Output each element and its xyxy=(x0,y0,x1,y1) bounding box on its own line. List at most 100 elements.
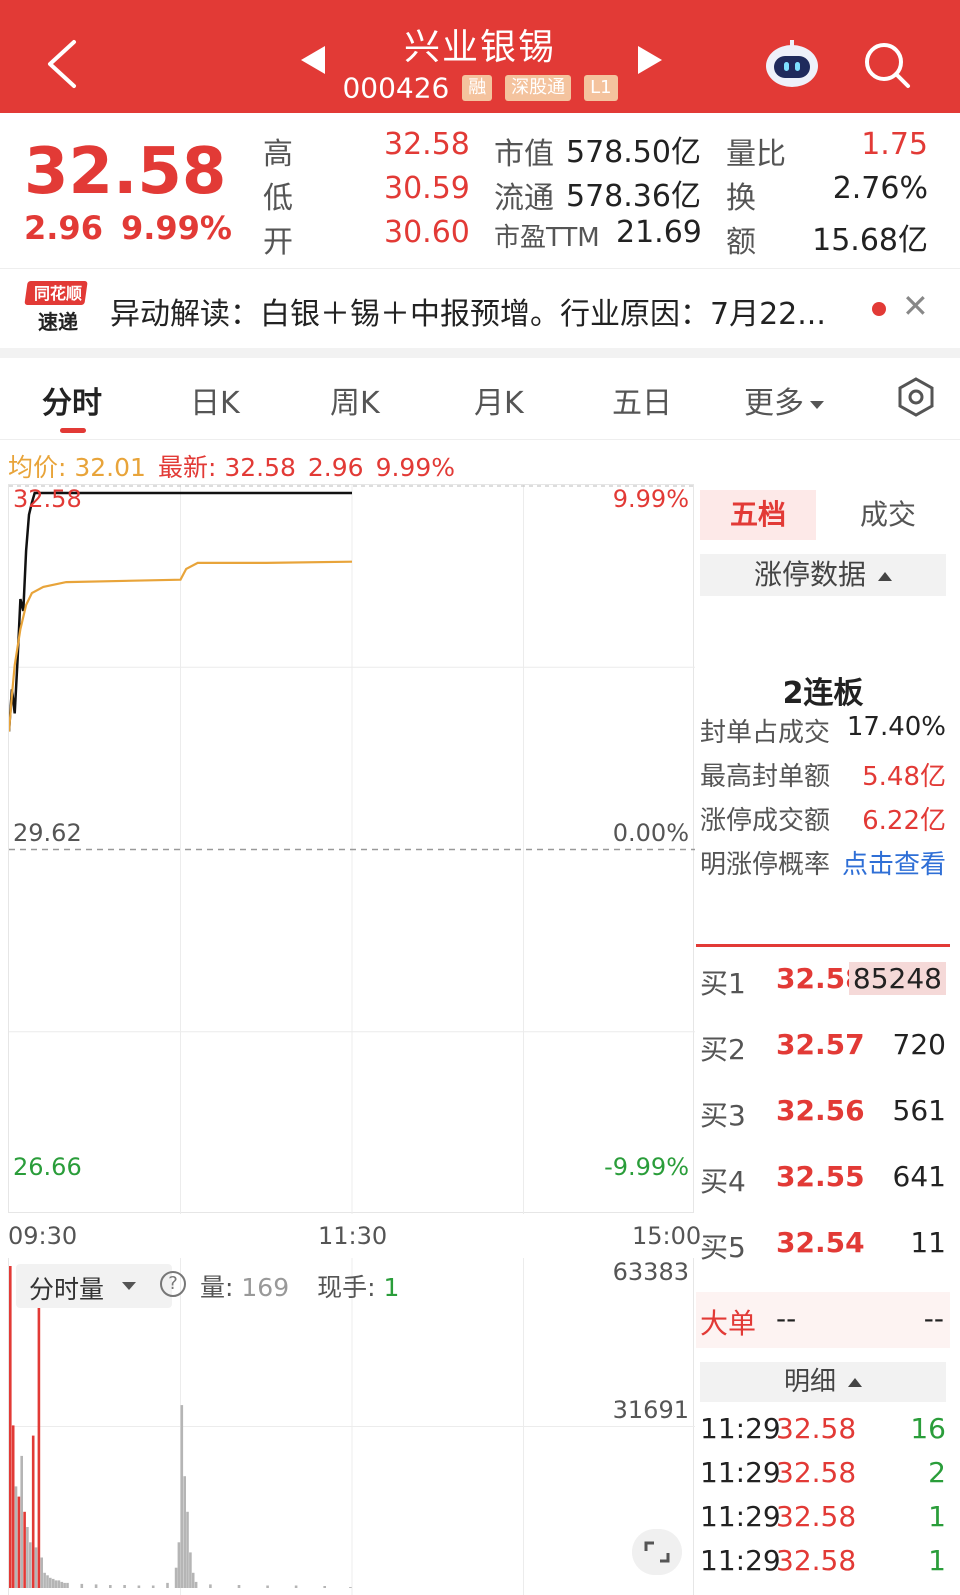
unread-dot-icon xyxy=(872,302,886,316)
tab-intraday[interactable]: 分时 xyxy=(42,378,102,422)
chevron-down-icon xyxy=(810,400,824,409)
tick-time: 11:29 xyxy=(700,1500,781,1533)
volume-bar xyxy=(9,1266,12,1588)
volume-bar xyxy=(266,1585,269,1588)
y-tick-high-pct: 9.99% xyxy=(612,485,689,513)
tick-time: 11:29 xyxy=(700,1456,781,1489)
limit-turnover-value: 6.22亿 xyxy=(862,806,946,836)
robot-assistant-icon[interactable] xyxy=(764,38,820,90)
volume-bar xyxy=(183,1476,186,1588)
volume-bar xyxy=(49,1577,52,1588)
tab-more-label: 更多 xyxy=(744,386,804,421)
limit-probability-label: 明涨停概率 xyxy=(700,850,831,880)
big-order-row[interactable]: 大单 -- -- xyxy=(696,1292,950,1348)
volume-bar xyxy=(191,1572,195,1588)
last-price: 32.58 xyxy=(24,135,227,209)
search-icon[interactable] xyxy=(862,40,912,90)
collapse-up-icon xyxy=(878,571,892,581)
y-tick-high: 32.58 xyxy=(13,485,82,513)
market-cap-value: 578.50亿 xyxy=(566,135,701,170)
low-value: 30.59 xyxy=(384,171,470,206)
limit-up-data-toggle[interactable]: 涨停数据 xyxy=(700,554,946,596)
volume-bar xyxy=(54,1580,58,1588)
bid-row-4[interactable]: 买4 32.55 641 xyxy=(700,1160,950,1200)
margin-tag: 融 xyxy=(462,75,493,101)
high-label: 高 xyxy=(263,137,293,172)
tab-trades[interactable]: 成交 xyxy=(830,490,946,540)
amount-value: 15.68亿 xyxy=(812,223,928,258)
tick-qty: 1 xyxy=(928,1500,946,1533)
next-stock-icon[interactable] xyxy=(638,46,662,74)
high-value: 32.58 xyxy=(384,127,470,162)
bid-price: 32.57 xyxy=(776,1028,865,1061)
volume-bar xyxy=(80,1583,84,1588)
price-change: 2.96 9.99% xyxy=(24,209,250,247)
volume-bar xyxy=(194,1581,198,1588)
legend-average: 均价: 32.01 xyxy=(8,453,146,482)
detail-toggle[interactable]: 明细 xyxy=(700,1362,946,1402)
volume-bar xyxy=(29,1542,32,1588)
level-tag: L1 xyxy=(584,75,618,101)
tick-price: 32.58 xyxy=(776,1500,857,1533)
volume-bar xyxy=(123,1585,126,1588)
tab-monthly-k[interactable]: 月K xyxy=(474,378,524,422)
volume-bar xyxy=(189,1552,192,1588)
seal-ratio-value: 17.40% xyxy=(846,712,946,742)
current-hand-label: 现手: xyxy=(317,1273,376,1302)
volume-bar xyxy=(23,1511,26,1588)
detail-header: 明细 xyxy=(783,1367,836,1397)
chart-legend: 均价: 32.01 最新: 32.58 2.96 9.99% xyxy=(8,448,467,484)
tick-price: 32.58 xyxy=(776,1456,857,1489)
trade-tick: 11:29 32.58 1 xyxy=(700,1544,950,1584)
open-label: 开 xyxy=(263,225,293,260)
tick-qty: 16 xyxy=(910,1412,946,1445)
view-probability-link[interactable]: 点击查看 xyxy=(842,844,946,881)
tab-daily-k[interactable]: 日K xyxy=(190,378,240,422)
bid-row-3[interactable]: 买3 32.56 561 xyxy=(700,1094,950,1134)
news-source-logo: 同花顺 速递 xyxy=(24,281,88,334)
tab-order-book[interactable]: 五档 xyxy=(700,490,816,540)
bid-qty: 561 xyxy=(892,1094,946,1127)
help-icon[interactable]: ? xyxy=(160,1271,186,1297)
bid-row-2[interactable]: 买2 32.57 720 xyxy=(700,1028,950,1068)
open-value: 30.60 xyxy=(384,215,470,250)
panel-divider xyxy=(696,944,950,947)
float-cap-value: 578.36亿 xyxy=(566,179,701,214)
bid-row-1[interactable]: 买1 32.58 85248 xyxy=(700,962,950,1002)
expand-icon[interactable] xyxy=(632,1529,682,1575)
tab-weekly-k[interactable]: 周K xyxy=(330,378,380,422)
intraday-price-chart[interactable]: 32.58 29.62 26.66 9.99% 0.00% -9.99% xyxy=(8,484,695,1214)
settings-hex-icon[interactable] xyxy=(896,376,936,418)
volume-bar xyxy=(43,1572,46,1588)
y-tick-low-pct: -9.99% xyxy=(604,1153,689,1181)
volume-bar xyxy=(177,1542,181,1588)
volume-bar xyxy=(37,1293,41,1588)
news-banner[interactable]: 同花顺 速递 异动解读：白银＋锡＋中报预增。行业原因：7月22... ✕ xyxy=(0,268,960,348)
close-icon[interactable]: ✕ xyxy=(902,287,929,325)
volume-bar xyxy=(186,1511,189,1588)
turnover-value: 2.76% xyxy=(832,171,928,206)
dropdown-arrow-icon xyxy=(122,1282,136,1290)
tab-more[interactable]: 更多 xyxy=(744,378,824,422)
tab-five-day[interactable]: 五日 xyxy=(612,378,672,422)
big-order-buy: -- xyxy=(776,1302,797,1335)
volume-bar xyxy=(14,1486,18,1588)
bid-row-5[interactable]: 买5 32.54 11 xyxy=(700,1226,950,1266)
volume-bar xyxy=(323,1586,326,1588)
bid-price: 32.55 xyxy=(776,1160,865,1193)
collapse-up-icon xyxy=(848,1378,862,1387)
volume-bar xyxy=(237,1585,241,1588)
consecutive-limit-up: 2连板 xyxy=(782,676,864,711)
volume-y-tick-max: 63383 xyxy=(612,1258,689,1286)
big-order-sell: -- xyxy=(923,1302,944,1335)
bid-qty: 85248 xyxy=(848,962,946,995)
limit-up-header: 涨停数据 xyxy=(753,558,866,591)
volume-bar xyxy=(26,1527,29,1588)
tick-price: 32.58 xyxy=(776,1412,857,1445)
pe-ttm-value: 21.69 xyxy=(616,215,702,250)
volume-info: 量: 169 现手: 1 xyxy=(200,1268,399,1312)
volume-ratio-value: 1.75 xyxy=(861,127,928,162)
volume-bar xyxy=(66,1582,69,1588)
big-order-label: 大单 xyxy=(700,1307,757,1340)
bid-name: 买3 xyxy=(700,1099,746,1132)
